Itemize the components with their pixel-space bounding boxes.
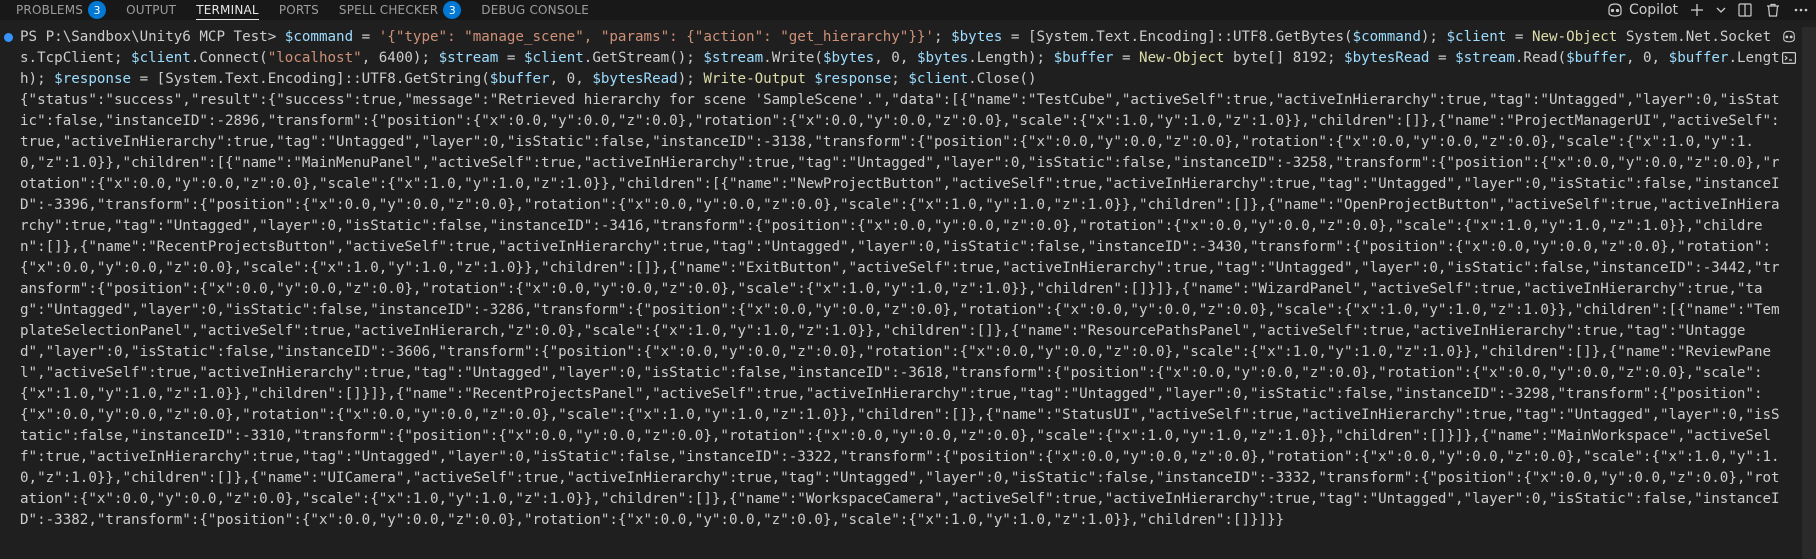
terminal-icon[interactable] <box>1780 49 1798 67</box>
tab-debug-console[interactable]: DEBUG CONSOLE <box>471 0 599 20</box>
chevron-down-icon[interactable] <box>1716 1 1726 19</box>
command-token: '{"type": "manage_scene", "params": {"ac… <box>378 29 934 45</box>
tab-spell-checker[interactable]: SPELL CHECKER 3 <box>329 0 471 20</box>
scrollbar-thumb[interactable] <box>1802 27 1816 559</box>
command-token: $bytesRead <box>1344 50 1430 66</box>
command-token: byte[] 8192; <box>1224 50 1345 66</box>
command-token: "localhost" <box>267 50 362 66</box>
command-token: $client <box>908 71 969 87</box>
command-token: , 0, <box>549 71 593 87</box>
command-token: ); <box>1420 29 1447 45</box>
tab-problems[interactable]: PROBLEMS 3 <box>6 0 116 20</box>
command-token: , 0, <box>874 50 917 66</box>
command-token: = <box>1113 50 1140 66</box>
command-token: ; <box>891 71 909 87</box>
command-token: .Connect( <box>190 50 268 66</box>
shell-prompt: PS P:\Sandbox\Unity6 MCP Test> <box>20 29 285 45</box>
command-token: .Read( <box>1514 50 1567 66</box>
command-token: .GetStream(); <box>583 50 704 66</box>
terminal-output-area[interactable]: PS P:\Sandbox\Unity6 MCP Test> $command … <box>0 27 1780 559</box>
command-token: = <box>1506 29 1532 45</box>
problems-count-badge: 3 <box>88 1 107 19</box>
command-token: = [System.Text.Encoding]::UTF8.GetString… <box>131 71 490 87</box>
command-token: $command <box>1352 29 1421 45</box>
command-token: $bytes <box>916 50 969 66</box>
command-token: = <box>1429 50 1456 66</box>
copilot-label: Copilot <box>1628 2 1678 18</box>
command-token: $buffer <box>1053 50 1114 66</box>
tab-label: TERMINAL <box>196 3 259 17</box>
command-token: $client <box>1446 29 1507 45</box>
copilot-icon[interactable] <box>1780 27 1798 45</box>
copilot-button[interactable]: Copilot <box>1606 1 1678 19</box>
ellipsis-icon[interactable] <box>1792 1 1810 19</box>
tab-label: DEBUG CONSOLE <box>481 3 589 17</box>
command-token: , 0, <box>1625 50 1669 66</box>
command-token: $stream <box>438 50 499 66</box>
command-token: .Write( <box>763 50 823 66</box>
tab-ports[interactable]: PORTS <box>269 0 329 20</box>
trash-icon[interactable] <box>1764 1 1782 19</box>
command-token: ); <box>677 71 704 87</box>
command-token: = <box>498 50 524 66</box>
command-token: $buffer <box>489 71 550 87</box>
terminal-side-icons <box>1780 27 1798 67</box>
command-token: Write-Output <box>703 71 806 87</box>
command-token: New-Object <box>1139 50 1225 66</box>
command-token: $response <box>54 71 132 87</box>
command-token: $response <box>814 71 892 87</box>
command-token: $client <box>131 50 191 66</box>
command-token: .Length); <box>968 50 1054 66</box>
command-token: New-Object <box>1531 29 1618 45</box>
command-token: = [System.Text.Encoding]::UTF8.GetBytes( <box>1002 29 1353 45</box>
terminal-scrollbar[interactable] <box>1802 27 1816 559</box>
tab-output[interactable]: OUTPUT <box>116 0 186 20</box>
tab-label: SPELL CHECKER <box>338 3 439 17</box>
command-token: $stream <box>1455 50 1515 66</box>
command-token: $bytes <box>951 29 1003 45</box>
command-line: PS P:\Sandbox\Unity6 MCP Test> $command … <box>0 27 1780 90</box>
command-token: , 6400); <box>361 50 439 66</box>
command-token: $bytes <box>822 50 875 66</box>
panel-tab-bar: PROBLEMS 3 OUTPUT TERMINAL PORTS SPELL C… <box>0 0 1816 20</box>
command-decoration-icon[interactable] <box>4 33 13 42</box>
command-output: {"status":"success","result":{"success":… <box>20 92 1780 528</box>
plus-icon[interactable] <box>1688 1 1706 19</box>
tab-terminal[interactable]: TERMINAL <box>186 0 269 20</box>
spell-checker-count-badge: 3 <box>443 1 462 19</box>
command-token: .Close() <box>968 71 1037 87</box>
command-text: $command = '{"type": "manage_scene", "pa… <box>20 29 1780 87</box>
command-token: $bytesRead <box>592 71 678 87</box>
command-token: $buffer <box>1668 50 1729 66</box>
command-token: $buffer <box>1566 50 1626 66</box>
tab-label: PROBLEMS <box>16 3 84 17</box>
copilot-icon <box>1606 1 1624 19</box>
command-token: = <box>353 29 379 45</box>
command-token: $client <box>523 50 584 66</box>
command-token: ; <box>933 29 952 45</box>
tab-label: OUTPUT <box>126 3 177 17</box>
terminal-toolbar: Copilot <box>1606 0 1810 20</box>
split-terminal-icon[interactable] <box>1736 1 1754 19</box>
tab-label: PORTS <box>278 3 319 17</box>
command-token: $command <box>284 29 354 45</box>
command-token: $stream <box>703 50 764 66</box>
